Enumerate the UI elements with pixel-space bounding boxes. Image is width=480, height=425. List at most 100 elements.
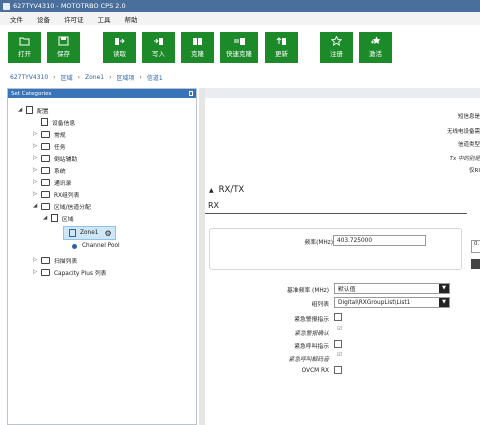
info-label: 信道类型	[457, 142, 480, 148]
activate-button[interactable]: 激活	[359, 32, 392, 63]
expanded-arrow-icon[interactable]: ◢	[43, 214, 49, 222]
ovcm-rx-checkbox[interactable]	[334, 366, 342, 374]
tree-item-zone1[interactable]: Zone1 ⚙	[63, 226, 116, 240]
collapsed-arrow-icon[interactable]: ▷	[33, 178, 39, 186]
folder-open-icon	[19, 37, 30, 46]
emergency-alarm-indication-checkbox[interactable]	[334, 313, 342, 321]
clone-button[interactable]: 克隆	[181, 32, 214, 63]
open-button-label: 打开	[18, 50, 31, 58]
save-icon	[58, 36, 69, 46]
tree-item-zone[interactable]: ◢ 区域	[43, 212, 74, 224]
tree-item-rx-group-list[interactable]: ▷ RX组列表	[33, 188, 79, 200]
reference-frequency-select[interactable]: 默认值 ▼	[334, 283, 450, 294]
tree-item-scan-list[interactable]: ▷ 扫描列表	[33, 254, 77, 266]
write-button[interactable]: 写入	[142, 32, 175, 63]
collapsed-arrow-icon[interactable]: ▷	[33, 142, 39, 150]
emergency-call-indication-checkbox[interactable]	[334, 340, 342, 348]
tree-item-label: Zone1	[80, 230, 99, 236]
tree-item-capacity-plus-list[interactable]: ▷ Capacity Plus 列表	[33, 266, 106, 278]
tree-item-general[interactable]: ▷ 常规	[33, 128, 66, 140]
quick-clone-button-label: 快速克隆	[226, 50, 252, 58]
tree-item-config[interactable]: ◢ 配置	[18, 104, 49, 116]
group-list-select[interactable]: Digital\RXGroupList\List1 ▼	[334, 297, 450, 308]
read-button[interactable]: 读取	[103, 32, 136, 63]
clipped-input[interactable]: 0.	[471, 240, 480, 253]
section-header[interactable]: ▲ RX/TX	[209, 185, 244, 195]
breadcrumb-item[interactable]: 信道1	[147, 73, 163, 82]
channel-pool-icon	[72, 243, 77, 249]
menu-file[interactable]: 文件	[10, 14, 23, 24]
breadcrumb-item[interactable]: Zone1	[85, 74, 104, 81]
panel-title: Set Categories	[11, 90, 52, 97]
tree-item-zone-channel-assignment[interactable]: ◢ 区域/信道分配	[33, 200, 91, 212]
tree-item-label: 通讯录	[54, 180, 72, 187]
disabled-check-icon: ☑	[337, 352, 342, 358]
folder-icon	[41, 178, 50, 186]
save-button[interactable]: 保存	[47, 32, 80, 63]
menu-help[interactable]: 帮助	[125, 14, 138, 24]
breadcrumb: 627TYV4310 › 区域 › Zone1 › 区域项 › 信道1	[10, 72, 163, 82]
group-list-label: 组列表	[311, 302, 329, 308]
collapsed-arrow-icon[interactable]: ▷	[33, 190, 39, 198]
tree-item-system[interactable]: ▷ 系统	[33, 164, 66, 176]
tree-item-device-info[interactable]: 设备信息	[33, 116, 75, 128]
menu-license[interactable]: 许可证	[64, 14, 84, 24]
tree-item-label: 配置	[37, 108, 49, 115]
register-button[interactable]: 注册	[320, 32, 353, 63]
breadcrumb-item[interactable]: 627TYV4310	[10, 74, 48, 81]
breadcrumb-separator: ›	[139, 73, 142, 81]
tree-item-label: 设备信息	[52, 120, 76, 127]
breadcrumb-item[interactable]: 区域	[61, 73, 73, 82]
collapsed-arrow-icon[interactable]: ▷	[33, 154, 39, 162]
activate-star-icon	[371, 36, 381, 44]
set-categories-panel: Set Categories ◢ 配置 设备信息 ▷ 常规 ▷ 任务 ▷ 倒站辅…	[7, 88, 197, 425]
quick-clone-icon	[233, 38, 245, 45]
tree-item-contacts[interactable]: ▷ 通讯录	[33, 176, 71, 188]
open-button[interactable]: 打开	[8, 32, 41, 63]
pin-icon[interactable]	[189, 91, 193, 96]
title-bar: 627TYV4310 - MOTOTRBO CPS 2.0	[0, 0, 480, 12]
update-button-label: 更新	[275, 50, 288, 58]
expanded-arrow-icon[interactable]: ◢	[18, 106, 24, 114]
chevron-down-icon[interactable]: ▼	[439, 298, 449, 307]
tree-item-roaming[interactable]: ▷ 倒站辅助	[33, 152, 77, 164]
chevron-down-icon[interactable]: ▼	[439, 284, 449, 293]
ovcm-rx-label: OVCM RX	[301, 368, 329, 374]
emergency-alarm-indication-label: 紧急警报指示	[294, 317, 329, 323]
select-value: Digital\RXGroupList\List1	[338, 299, 411, 306]
clipped-button[interactable]	[471, 259, 480, 269]
tree-item-label: 常规	[54, 132, 66, 139]
tree-item-label: 扫描列表	[54, 258, 78, 265]
tree-item-label: 任务	[54, 144, 66, 151]
toolbar: 打开 保存 读取 写入 克隆 快速克隆 更新 注册 激活	[0, 25, 480, 70]
register-button-label: 注册	[330, 50, 343, 58]
info-label: Tx 中的别是	[449, 156, 480, 162]
document-icon	[41, 118, 48, 126]
reference-frequency-label: 基准频率 (MHz)	[287, 288, 329, 294]
info-label: 无线电设备需	[446, 129, 480, 135]
gear-icon[interactable]: ⚙	[104, 229, 111, 238]
collapsed-arrow-icon[interactable]: ▷	[33, 256, 39, 264]
folder-icon	[41, 154, 50, 162]
tree-item-channel-pool[interactable]: Channel Pool	[72, 240, 120, 252]
emergency-alarm-ack-label: 紧急警报确认	[294, 331, 329, 337]
collapsed-arrow-icon[interactable]: ▷	[33, 130, 39, 138]
quick-clone-button[interactable]: 快速克隆	[220, 32, 258, 63]
menu-device[interactable]: 设备	[37, 14, 50, 24]
rx-frequency-input[interactable]: 403.725000	[333, 235, 426, 246]
breadcrumb-item[interactable]: 区域项	[116, 73, 134, 82]
menu-tools[interactable]: 工具	[98, 14, 111, 24]
breadcrumb-separator: ›	[77, 73, 80, 81]
emergency-call-indication-label: 紧急呼叫指示	[294, 344, 329, 350]
save-button-label: 保存	[57, 50, 70, 58]
collapse-arrow-icon[interactable]: ▲	[209, 187, 214, 194]
collapsed-arrow-icon[interactable]: ▷	[33, 268, 39, 276]
tree-item-tasks[interactable]: ▷ 任务	[33, 140, 66, 152]
menu-bar: 文件 设备 许可证 工具 帮助	[0, 12, 480, 25]
expanded-arrow-icon[interactable]: ◢	[33, 202, 39, 210]
collapsed-arrow-icon[interactable]: ▷	[33, 166, 39, 174]
document-icon	[26, 106, 33, 114]
update-button[interactable]: 更新	[265, 32, 298, 63]
folder-icon	[41, 268, 50, 276]
folder-icon	[41, 202, 50, 210]
